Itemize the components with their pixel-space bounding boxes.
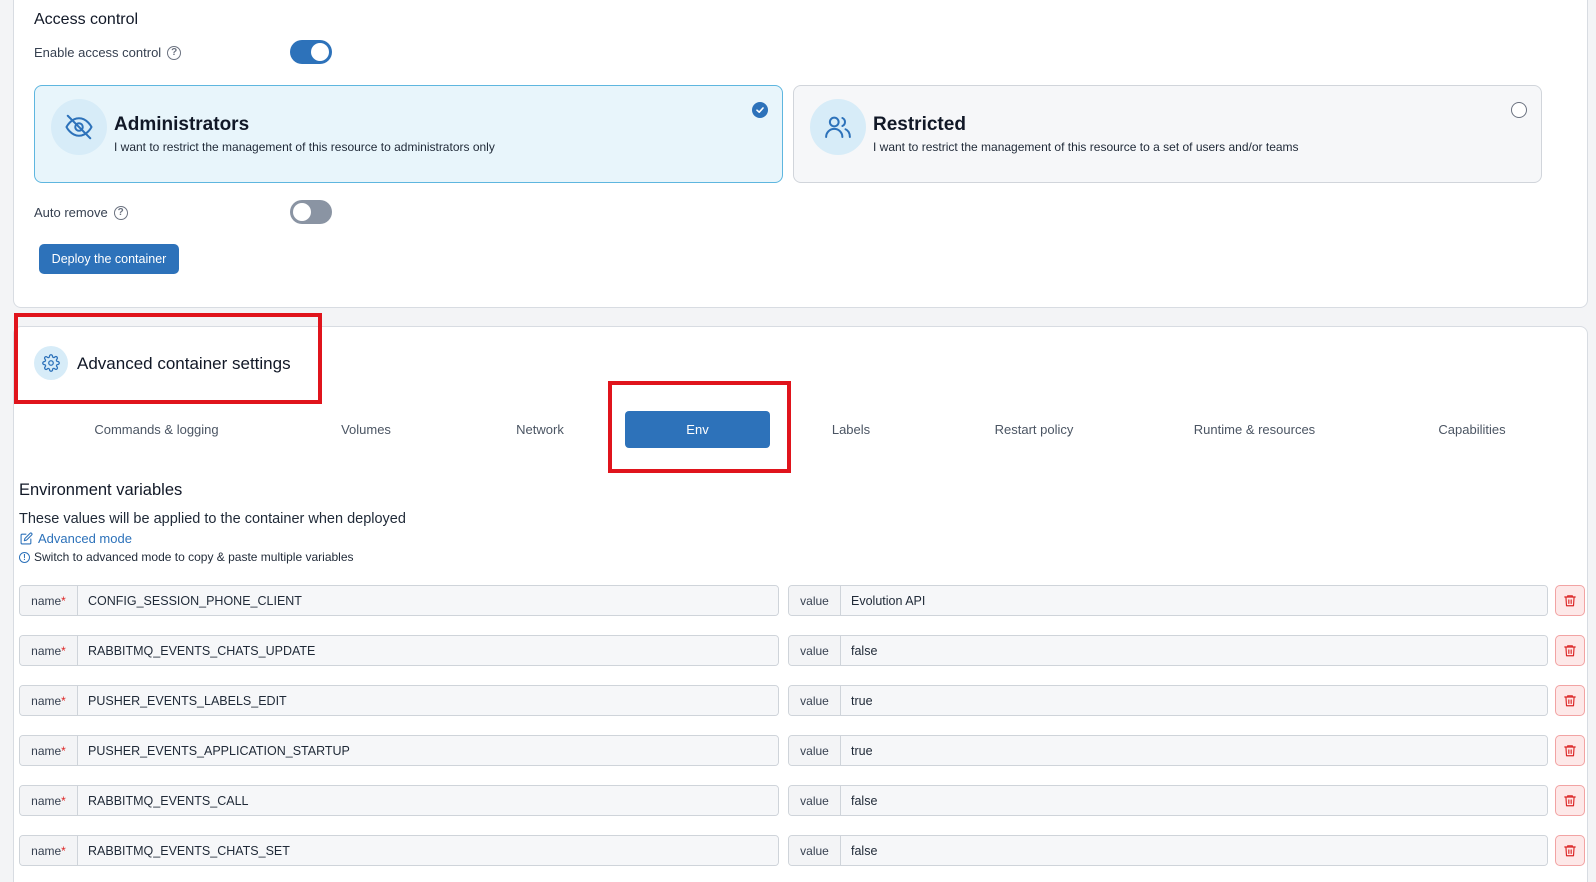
env-value-group: value	[788, 635, 1548, 666]
highlight-box-title	[14, 313, 322, 404]
advanced-mode-link[interactable]: Advanced mode	[20, 531, 132, 546]
env-name-group: name *	[19, 585, 779, 616]
option-restricted[interactable]: Restricted I want to restrict the manage…	[793, 85, 1542, 183]
env-value-input[interactable]	[841, 836, 1547, 865]
env-name-input[interactable]	[78, 636, 778, 665]
auto-remove-text: Auto remove	[34, 205, 108, 220]
trash-icon	[1564, 695, 1576, 707]
users-icon	[810, 99, 866, 155]
access-control-toggle[interactable]	[290, 40, 332, 64]
env-name-input[interactable]	[78, 686, 778, 715]
name-addon: name *	[20, 836, 78, 865]
auto-remove-toggle[interactable]	[290, 200, 332, 224]
env-value-input[interactable]	[841, 586, 1547, 615]
edit-icon	[20, 532, 33, 545]
name-addon: name *	[20, 636, 78, 665]
delete-button[interactable]	[1555, 635, 1585, 666]
env-value-input[interactable]	[841, 686, 1547, 715]
trash-icon	[1564, 645, 1576, 657]
name-addon: name *	[20, 736, 78, 765]
env-name-group: name *	[19, 735, 779, 766]
advanced-mode-hint-text: Switch to advanced mode to copy & paste …	[34, 550, 354, 564]
delete-button[interactable]	[1555, 835, 1585, 866]
env-value-group: value	[788, 785, 1548, 816]
deploy-container-button[interactable]: Deploy the container	[39, 244, 179, 274]
env-name-group: name *	[19, 785, 779, 816]
help-icon[interactable]: ?	[113, 205, 128, 220]
env-value-group: value	[788, 735, 1548, 766]
highlight-box-env-tab	[608, 381, 791, 473]
env-value-group: value	[788, 585, 1548, 616]
name-addon: name *	[20, 686, 78, 715]
name-addon: name *	[20, 786, 78, 815]
name-addon: name *	[20, 586, 78, 615]
env-value-input[interactable]	[841, 636, 1547, 665]
tab-commands-logging[interactable]: Commands & logging	[83, 410, 230, 448]
env-var-row: name* value	[19, 785, 1587, 816]
radio-icon	[1511, 102, 1527, 118]
value-addon: value	[789, 736, 841, 765]
tab-volumes[interactable]: Volumes	[320, 410, 412, 448]
advanced-mode-hint: ! Switch to advanced mode to copy & past…	[19, 550, 354, 564]
check-icon	[752, 102, 768, 118]
env-name-input[interactable]	[78, 736, 778, 765]
env-name-input[interactable]	[78, 786, 778, 815]
option-title: Administrators	[114, 114, 250, 135]
advanced-mode-label: Advanced mode	[38, 531, 132, 546]
option-description: I want to restrict the management of thi…	[114, 140, 495, 154]
env-value-group: value	[788, 835, 1548, 866]
env-description: These values will be applied to the cont…	[19, 511, 406, 527]
tab-runtime-resources[interactable]: Runtime & resources	[1182, 410, 1327, 448]
trash-icon	[1564, 795, 1576, 807]
option-administrators[interactable]: Administrators I want to restrict the ma…	[34, 85, 783, 183]
delete-button[interactable]	[1555, 785, 1585, 816]
env-var-row: name* value	[19, 635, 1587, 666]
tab-capabilities[interactable]: Capabilities	[1417, 410, 1527, 448]
toggle-knob	[311, 43, 329, 61]
env-var-row: name* value	[19, 835, 1587, 866]
env-name-input[interactable]	[78, 836, 778, 865]
access-control-title: Access control	[34, 11, 139, 28]
env-var-row: name* value	[19, 585, 1587, 616]
env-var-row: name* value	[19, 685, 1587, 716]
delete-button[interactable]	[1555, 735, 1585, 766]
env-title: Environment variables	[19, 481, 183, 499]
value-addon: value	[789, 836, 841, 865]
env-value-input[interactable]	[841, 736, 1547, 765]
env-name-input[interactable]	[78, 586, 778, 615]
env-value-input[interactable]	[841, 786, 1547, 815]
env-value-group: value	[788, 685, 1548, 716]
tab-labels[interactable]: Labels	[812, 410, 890, 448]
enable-access-control-text: Enable access control	[34, 45, 162, 60]
trash-icon	[1564, 745, 1576, 757]
toggle-knob	[293, 203, 311, 221]
option-title: Restricted	[873, 114, 966, 135]
value-addon: value	[789, 586, 841, 615]
delete-button[interactable]	[1555, 585, 1585, 616]
eye-off-icon	[51, 99, 107, 155]
trash-icon	[1564, 845, 1576, 857]
tab-restart-policy[interactable]: Restart policy	[976, 410, 1092, 448]
value-addon: value	[789, 686, 841, 715]
env-var-row: name* value	[19, 735, 1587, 766]
help-icon[interactable]: ?	[167, 45, 182, 60]
value-addon: value	[789, 636, 841, 665]
delete-button[interactable]	[1555, 685, 1585, 716]
info-icon: !	[19, 551, 30, 563]
enable-access-control-label: Enable access control ?	[34, 45, 182, 60]
env-name-group: name *	[19, 685, 779, 716]
env-name-group: name *	[19, 835, 779, 866]
trash-icon	[1564, 595, 1576, 607]
option-description: I want to restrict the management of thi…	[873, 140, 1299, 154]
tab-network[interactable]: Network	[497, 410, 583, 448]
value-addon: value	[789, 786, 841, 815]
env-name-group: name *	[19, 635, 779, 666]
auto-remove-label: Auto remove ?	[34, 205, 128, 220]
